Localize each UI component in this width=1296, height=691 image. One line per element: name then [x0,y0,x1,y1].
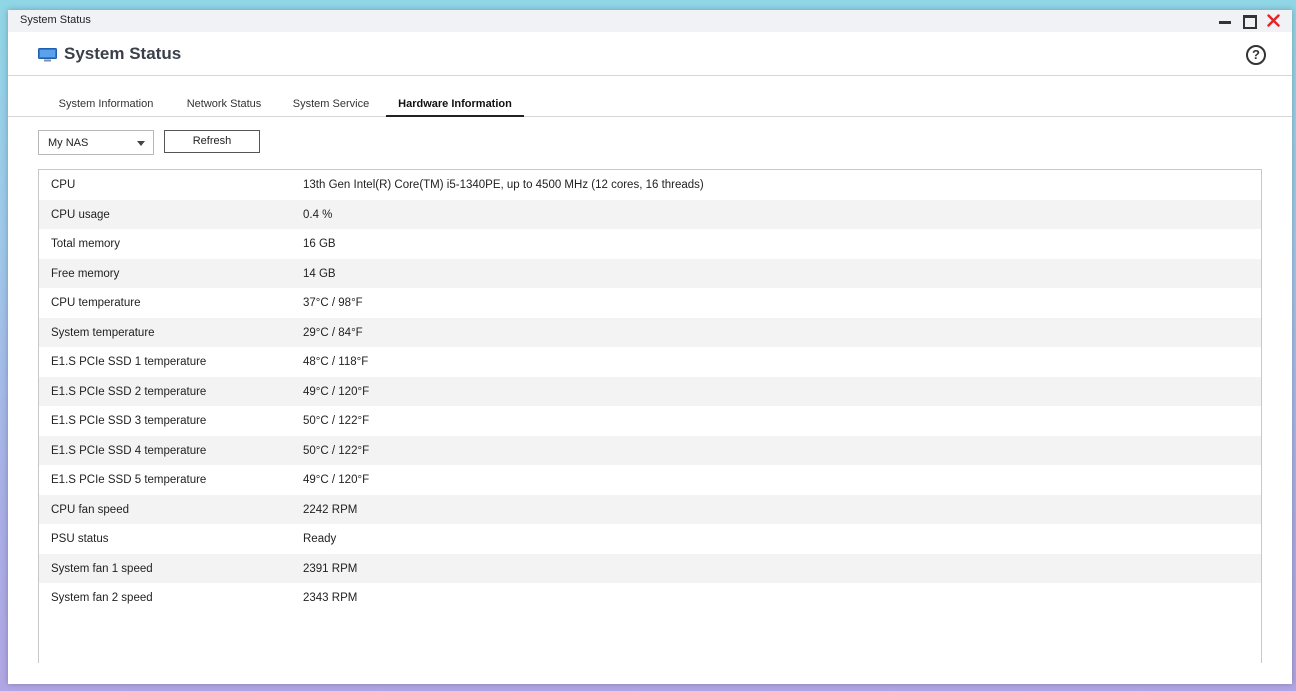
row-label: E1.S PCIe SSD 5 temperature [51,474,207,486]
row-label: CPU fan speed [51,503,129,516]
row-value: Ready [303,533,337,545]
table-row: E1.S PCIe SSD 1 temperature 48°C / 118°F [39,347,1261,377]
row-label: Total memory [51,238,121,250]
row-value: 50°C / 122°F [303,415,370,427]
app-header: System Status ? [8,32,1292,76]
device-select[interactable]: My NAS [38,130,154,155]
table-row: System fan 2 speed 2343 RPM [39,583,1261,613]
monitor-icon [38,48,57,62]
chevron-down-icon [137,141,145,146]
tab-system-service[interactable]: System Service [288,77,374,117]
table-row: CPU fan speed 2242 RPM [39,494,1261,524]
table-row: E1.S PCIe SSD 3 temperature 50°C / 122°F [39,406,1261,436]
row-value: 16 GB [303,238,336,250]
row-value: 49°C / 120°F [303,385,370,398]
row-label: PSU status [51,533,109,545]
table-row: CPU 13th Gen Intel(R) Core(TM) i5-1340PE,… [39,170,1261,200]
table-row: Total memory 16 GB [39,229,1261,259]
minimize-icon[interactable] [1216,12,1236,30]
window-titlebar[interactable]: System Status [8,10,1292,32]
tab-system-information[interactable]: System Information [52,77,160,117]
row-label: CPU usage [51,208,110,221]
refresh-button[interactable]: Refresh [164,130,260,153]
table-row: CPU temperature 37°C / 98°F [39,288,1261,318]
table-row: CPU usage 0.4 % [39,199,1261,229]
row-label: E1.S PCIe SSD 1 temperature [51,356,207,368]
row-value: 48°C / 118°F [303,356,369,368]
table-row: E1.S PCIe SSD 5 temperature 49°C / 120°F [39,465,1261,495]
row-value: 50°C / 122°F [303,444,370,457]
row-value: 49°C / 120°F [303,474,370,486]
device-select-value: My NAS [48,137,89,149]
close-icon[interactable] [1264,12,1284,30]
row-label: System fan 1 speed [51,562,153,575]
row-label: E1.S PCIe SSD 4 temperature [51,444,207,457]
row-value: 29°C / 84°F [303,326,363,339]
page-title: System Status [64,44,182,63]
table-row: E1.S PCIe SSD 4 temperature 50°C / 122°F [39,435,1261,465]
maximize-icon[interactable] [1240,12,1260,30]
window-title: System Status [20,14,91,26]
hardware-info-table: CPU 13th Gen Intel(R) Core(TM) i5-1340PE,… [38,169,1262,663]
row-label: CPU [51,179,76,191]
row-label: System temperature [51,326,155,339]
table-row: System temperature 29°C / 84°F [39,317,1261,347]
table-row: System fan 1 speed 2391 RPM [39,553,1261,583]
row-label: E1.S PCIe SSD 3 temperature [51,415,207,427]
table-row: Free memory 14 GB [39,258,1261,288]
row-value: 2343 RPM [303,592,358,604]
row-label: CPU temperature [51,297,141,309]
row-value: 13th Gen Intel(R) Core(TM) i5-1340PE, up… [303,179,704,191]
row-label: Free memory [51,267,120,280]
system-status-window: System Status System Status ? System Inf… [8,10,1292,684]
help-icon[interactable]: ? [1246,45,1266,65]
row-value: 37°C / 98°F [303,297,363,309]
tab-bar: System Information Network Status System… [8,77,1292,117]
table-row: PSU status Ready [39,524,1261,554]
tab-network-status[interactable]: Network Status [180,77,268,117]
row-value: 0.4 % [303,208,333,221]
table-row: E1.S PCIe SSD 2 temperature 49°C / 120°F [39,376,1261,406]
row-label: E1.S PCIe SSD 2 temperature [51,385,207,398]
tab-hardware-information[interactable]: Hardware Information [386,77,524,117]
row-value: 2391 RPM [303,562,358,575]
row-value: 14 GB [303,267,336,280]
row-label: System fan 2 speed [51,592,153,604]
row-value: 2242 RPM [303,503,358,516]
